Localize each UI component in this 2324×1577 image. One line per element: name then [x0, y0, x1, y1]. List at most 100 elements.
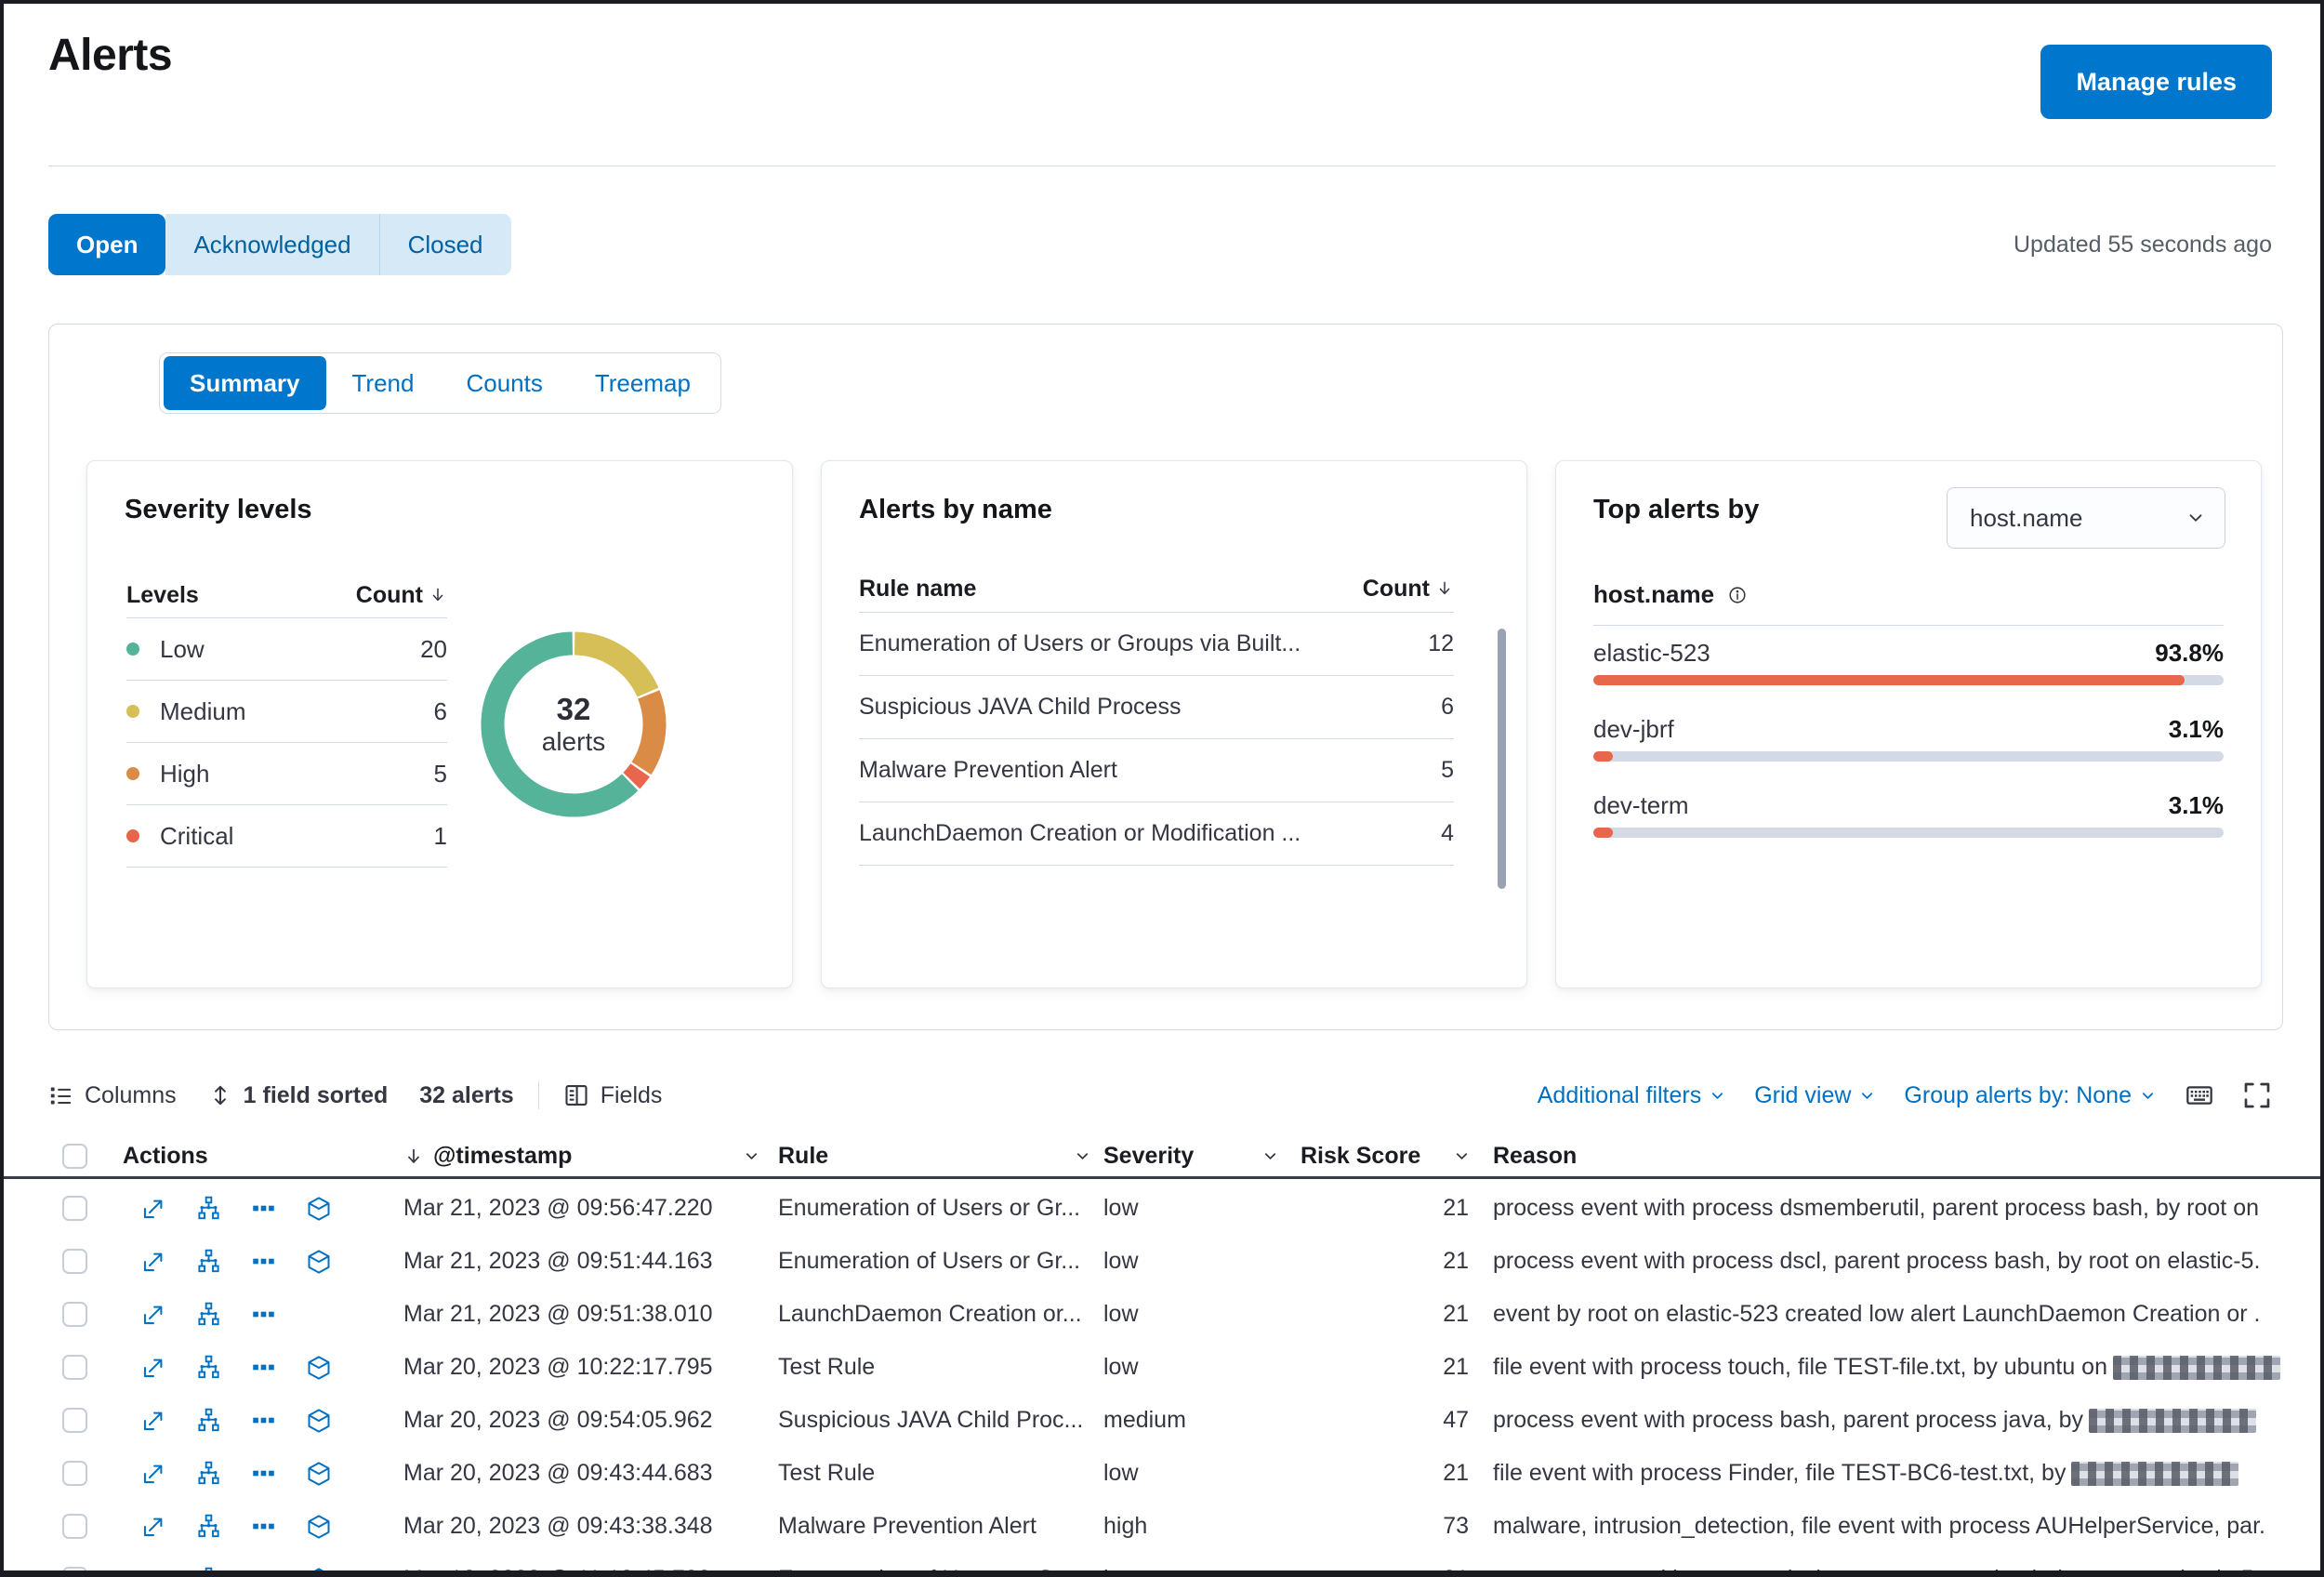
row-checkbox[interactable] — [62, 1302, 87, 1327]
select-all-checkbox[interactable] — [62, 1144, 87, 1169]
rule-column-header[interactable]: Rule — [778, 1136, 1091, 1176]
fields-button[interactable]: Fields — [563, 1082, 662, 1109]
severity-column-header[interactable]: Severity — [1103, 1136, 1279, 1176]
additional-filters-button[interactable]: Additional filters — [1538, 1082, 1726, 1109]
row-checkbox[interactable] — [62, 1461, 87, 1486]
analyze-event-button[interactable] — [196, 1567, 221, 1570]
sorted-fields-button[interactable]: 1 field sorted — [208, 1082, 388, 1109]
alert-rule[interactable]: Test Rule — [778, 1341, 1085, 1394]
investigate-in-timeline-button[interactable] — [306, 1408, 332, 1434]
analyzer-icon — [198, 1461, 219, 1485]
chevron-down-icon — [1712, 1092, 1723, 1099]
columns-button[interactable]: Columns — [48, 1082, 177, 1109]
risk-score-column-header[interactable]: Risk Score — [1301, 1136, 1471, 1176]
expand-icon — [143, 1199, 163, 1219]
host-name: dev-term — [1593, 790, 1689, 819]
tab-trend[interactable]: Trend — [326, 356, 441, 410]
alert-rule[interactable]: Suspicious JAVA Child Proc... — [778, 1394, 1085, 1447]
investigate-in-timeline-button[interactable] — [306, 1514, 332, 1540]
row-checkbox[interactable] — [62, 1196, 87, 1221]
expand-alert-button[interactable] — [141, 1408, 166, 1433]
alerts-page: Alerts Manage rules Open Acknowledged Cl… — [0, 0, 2324, 1577]
alert-timestamp: Mar 20, 2023 @ 10:22:17.795 — [403, 1354, 713, 1380]
analyze-event-button[interactable] — [196, 1249, 221, 1274]
more-actions-button[interactable] — [251, 1249, 276, 1274]
analyze-event-button[interactable] — [196, 1302, 221, 1327]
row-checkbox[interactable] — [62, 1408, 87, 1433]
more-actions-button[interactable] — [251, 1408, 276, 1433]
scrollbar[interactable] — [1498, 629, 1506, 889]
rule-name: LaunchDaemon Creation or Modification ..… — [859, 820, 1301, 846]
alert-reason: file event with process Finder, file TES… — [1493, 1447, 2320, 1500]
analyze-event-button[interactable] — [196, 1461, 221, 1486]
more-actions-button[interactable] — [251, 1567, 276, 1570]
status-tab-closed[interactable]: Closed — [378, 214, 511, 275]
progress-bar-track — [1593, 751, 2224, 762]
alert-rule[interactable]: Enumeration of Users or Gr... — [778, 1553, 1085, 1570]
actions-column-header: Actions — [123, 1143, 208, 1169]
chevron-down-icon[interactable] — [1453, 1147, 1471, 1165]
chevron-down-icon[interactable] — [1261, 1147, 1279, 1165]
expand-alert-button[interactable] — [141, 1249, 166, 1274]
investigate-in-timeline-button[interactable] — [306, 1567, 332, 1570]
severity-label: High — [160, 759, 210, 788]
redacted-text — [2113, 1355, 2280, 1380]
stack-by-select[interactable]: host.name — [1947, 487, 2225, 549]
severity-legend-row: High 5 — [126, 742, 447, 804]
chevron-down-icon[interactable] — [743, 1147, 760, 1165]
row-checkbox[interactable] — [62, 1249, 87, 1274]
expand-alert-button[interactable] — [141, 1355, 166, 1380]
manage-rules-button[interactable]: Manage rules — [2040, 45, 2272, 119]
severity-label: Critical — [160, 821, 234, 850]
group-alerts-by-button[interactable]: Group alerts by: None — [1904, 1082, 2157, 1109]
status-tab-open[interactable]: Open — [48, 214, 166, 275]
alert-rule[interactable]: Enumeration of Users or Gr... — [778, 1182, 1085, 1235]
more-actions-button[interactable] — [251, 1461, 276, 1486]
count-column-header[interactable]: Count — [1363, 576, 1454, 603]
more-actions-button[interactable] — [251, 1302, 276, 1327]
more-actions-button[interactable] — [251, 1514, 276, 1539]
rule-count: 5 — [1441, 757, 1454, 783]
expand-alert-button[interactable] — [141, 1196, 166, 1221]
top-alerts-row: dev-term 3.1% — [1593, 783, 2224, 859]
expand-alert-button[interactable] — [141, 1302, 166, 1327]
expand-alert-button[interactable] — [141, 1461, 166, 1486]
row-checkbox[interactable] — [62, 1567, 87, 1570]
alert-rule[interactable]: Malware Prevention Alert — [778, 1500, 1085, 1553]
analyze-event-button[interactable] — [196, 1408, 221, 1433]
fullscreen-button[interactable] — [2242, 1080, 2272, 1110]
tab-summary[interactable]: Summary — [164, 356, 326, 410]
tab-counts[interactable]: Counts — [440, 356, 568, 410]
chevron-down-icon[interactable] — [1074, 1147, 1091, 1165]
alert-rule[interactable]: Test Rule — [778, 1447, 1085, 1500]
count-column-header[interactable]: Count — [356, 582, 447, 609]
alert-count-label: 32 alerts — [419, 1081, 514, 1108]
alert-rule[interactable]: Enumeration of Users or Gr... — [778, 1235, 1085, 1288]
severity-label: Medium — [160, 696, 246, 725]
info-icon[interactable] — [1727, 585, 1748, 605]
timeline-icon — [313, 1567, 324, 1570]
status-tab-acknowledged[interactable]: Acknowledged — [165, 214, 379, 275]
alert-rule[interactable]: LaunchDaemon Creation or... — [778, 1288, 1085, 1341]
row-checkbox[interactable] — [62, 1514, 87, 1539]
expand-alert-button[interactable] — [141, 1567, 166, 1570]
row-checkbox[interactable] — [62, 1355, 87, 1380]
more-actions-button[interactable] — [251, 1196, 276, 1221]
keyboard-shortcuts-button[interactable] — [2185, 1080, 2214, 1110]
expand-alert-button[interactable] — [141, 1514, 166, 1539]
investigate-in-timeline-button[interactable] — [306, 1461, 332, 1487]
severity-legend-row: Low 20 — [126, 617, 447, 680]
analyze-event-button[interactable] — [196, 1514, 221, 1539]
investigate-in-timeline-button[interactable] — [306, 1355, 332, 1381]
timestamp-column-header[interactable]: @timestamp — [403, 1136, 760, 1176]
grid-view-button[interactable]: Grid view — [1754, 1082, 1876, 1109]
investigate-in-timeline-button[interactable] — [306, 1196, 332, 1222]
more-actions-button[interactable] — [251, 1355, 276, 1380]
tab-treemap[interactable]: Treemap — [569, 356, 717, 410]
rule-name: Malware Prevention Alert — [859, 757, 1117, 783]
sort-down-icon — [1439, 581, 1450, 595]
analyze-event-button[interactable] — [196, 1355, 221, 1380]
keyboard-icon — [2186, 1086, 2212, 1105]
investigate-in-timeline-button[interactable] — [306, 1249, 332, 1275]
analyze-event-button[interactable] — [196, 1196, 221, 1221]
